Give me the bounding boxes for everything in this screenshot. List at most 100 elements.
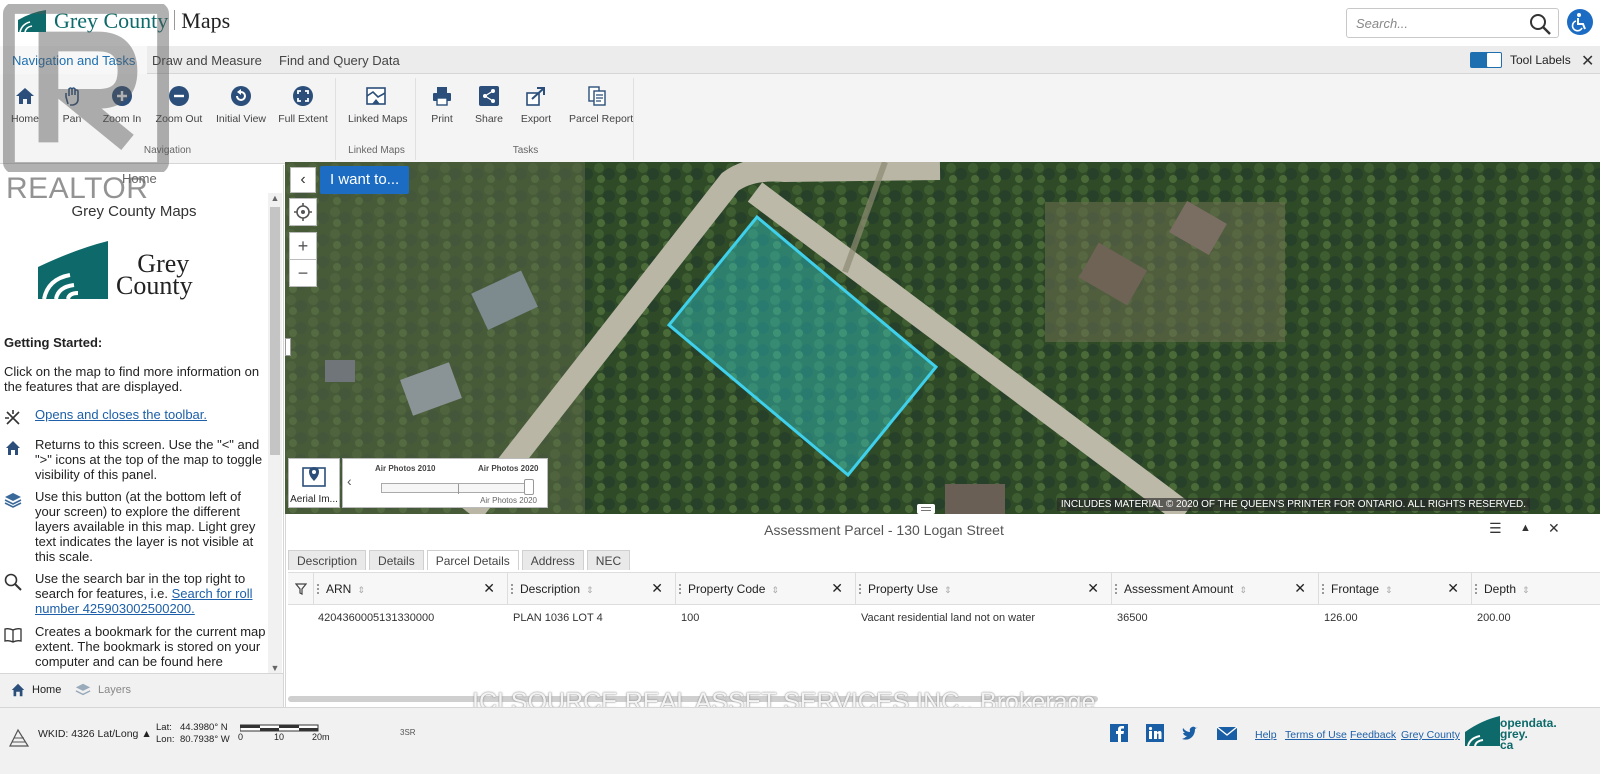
column-header-property-use[interactable]: Property Use ⇕ ✕ xyxy=(856,573,1112,605)
panel-tab-home[interactable]: Home xyxy=(10,682,61,698)
initial-view-button[interactable]: Initial View xyxy=(213,84,269,125)
slider-tick xyxy=(458,484,459,494)
table-header: ARN ⇕ ✕ Description ⇕ ✕ Property Code ⇕ ✕ Prop… xyxy=(288,573,1600,605)
search-icon[interactable] xyxy=(1528,12,1552,36)
tab-draw-and-measure[interactable]: Draw and Measure xyxy=(152,46,262,74)
tab-details[interactable]: Details xyxy=(369,550,424,570)
opendata-logo-icon[interactable] xyxy=(1464,714,1502,748)
tab-nec[interactable]: NEC xyxy=(586,550,631,570)
toolbar-toggle-link[interactable]: Opens and closes the toolbar. xyxy=(35,407,207,422)
accessibility-icon[interactable] xyxy=(1566,8,1594,36)
linked-maps-group: Linked Maps Linked Maps xyxy=(338,78,416,160)
hand-icon xyxy=(65,87,79,106)
linked-maps-button[interactable]: Linked Maps xyxy=(348,84,408,125)
opendata-text[interactable]: opendata. grey. ca xyxy=(1500,717,1557,751)
scroll-down-icon[interactable]: ▼ xyxy=(268,663,282,673)
remove-column-icon[interactable]: ✕ xyxy=(483,580,495,597)
tab-parcel-details[interactable]: Parcel Details xyxy=(426,550,519,570)
wkid-selector[interactable]: WKID: 4326 Lat/Long ▲ xyxy=(38,728,152,740)
close-toolbar-icon[interactable]: ✕ xyxy=(1581,51,1594,71)
panel-tab-bar: Home Layers xyxy=(0,673,283,707)
column-header-assessment-amount[interactable]: Assessment Amount ⇕ ✕ xyxy=(1112,573,1319,605)
cell-arn: 4204360005131330000 xyxy=(318,612,435,624)
search-input[interactable] xyxy=(1354,9,1524,37)
basemap-button[interactable]: Aerial Im... xyxy=(288,458,340,508)
grey-county-link[interactable]: Grey County xyxy=(1401,729,1460,741)
help-link[interactable]: Help xyxy=(1255,729,1277,741)
facebook-icon[interactable] xyxy=(1108,724,1130,744)
search-box[interactable] xyxy=(1346,8,1559,38)
navigation-group-label: Navigation xyxy=(143,145,192,156)
slider-track[interactable] xyxy=(381,483,531,494)
collapse-results-icon[interactable]: ▲ xyxy=(1520,522,1531,534)
feedback-link[interactable]: Feedback xyxy=(1350,729,1396,741)
table-row[interactable]: 4204360005131330000 PLAN 1036 LOT 4 100 … xyxy=(288,605,1600,631)
tool-labels-toggle[interactable]: Tool Labels xyxy=(1470,52,1571,68)
email-icon[interactable] xyxy=(1216,724,1238,744)
zoom-out-icon xyxy=(169,86,189,106)
full-extent-icon xyxy=(293,86,313,106)
column-header-arn[interactable]: ARN ⇕ ✕ xyxy=(314,573,508,605)
column-header-frontage[interactable]: Frontage ⇕ ✕ xyxy=(1319,573,1472,605)
map-view[interactable]: ‹ I want to... + − Aerial Im... ‹ Air Ph… xyxy=(285,162,1600,514)
column-header-description[interactable]: Description ⇕ ✕ xyxy=(508,573,676,605)
imagery-slider[interactable]: ‹ Air Photos 2010 Air Photos 2020 Air Ph… xyxy=(342,458,548,508)
chevron-left-icon[interactable]: ‹ xyxy=(347,473,352,489)
slider-thumb[interactable] xyxy=(524,479,534,495)
export-button[interactable]: Export xyxy=(508,84,564,125)
zoom-in-button[interactable]: Zoom In xyxy=(94,84,150,125)
i-want-to-button[interactable]: I want to... xyxy=(320,166,410,194)
horizontal-scrollbar[interactable] xyxy=(288,696,1098,702)
panel-splitter-handle[interactable] xyxy=(285,338,291,356)
cell-property-code: 100 xyxy=(681,612,700,624)
remove-column-icon[interactable]: ✕ xyxy=(1447,580,1459,597)
column-header-depth[interactable]: Depth ⇕ xyxy=(1472,573,1600,605)
tab-description[interactable]: Description xyxy=(288,550,367,570)
tab-address[interactable]: Address xyxy=(521,550,584,570)
remove-column-icon[interactable]: ✕ xyxy=(831,580,843,597)
breadcrumb[interactable]: Home xyxy=(122,171,157,186)
collapse-panel-button[interactable]: ‹ xyxy=(290,167,316,193)
parcel-report-button[interactable]: Parcel Report xyxy=(569,84,633,125)
panel-tab-layers[interactable]: Layers xyxy=(74,682,131,698)
zoom-out-button[interactable]: Zoom Out xyxy=(151,84,207,125)
app-header: Grey County Maps xyxy=(0,0,1600,46)
remove-column-icon[interactable]: ✕ xyxy=(651,580,663,597)
linked-maps-group-label: Linked Maps xyxy=(348,145,405,156)
cell-frontage: 126.00 xyxy=(1324,612,1358,624)
results-title: Assessment Parcel - 130 Logan Street xyxy=(764,522,1004,538)
remove-column-icon[interactable]: ✕ xyxy=(1294,580,1306,597)
tab-find-and-query-data[interactable]: Find and Query Data xyxy=(279,46,400,74)
search-icon xyxy=(4,573,22,591)
map-zoom-in-button[interactable]: + xyxy=(289,232,317,260)
map-zoom-out-button[interactable]: − xyxy=(289,259,317,287)
pan-button[interactable]: Pan xyxy=(44,84,100,125)
scroll-thumb[interactable] xyxy=(270,207,280,455)
tool-labels-switch[interactable] xyxy=(1470,52,1502,68)
coordinate-system-icon[interactable] xyxy=(8,728,30,748)
terms-of-use-link[interactable]: Terms of Use xyxy=(1285,729,1347,741)
filter-icon[interactable] xyxy=(288,573,314,605)
book-icon xyxy=(4,628,22,643)
scale-bar: 0 10 20m xyxy=(238,722,330,742)
tab-navigation-and-tasks[interactable]: Navigation and Tasks xyxy=(0,46,148,74)
results-resize-handle[interactable] xyxy=(917,504,935,514)
full-extent-button[interactable]: Full Extent xyxy=(275,84,331,125)
help-item-toolbar: Opens and closes the toolbar. xyxy=(4,407,266,425)
getting-started-heading: Getting Started: xyxy=(4,335,103,350)
menu-icon[interactable]: ☰ xyxy=(1489,520,1502,537)
locate-button[interactable] xyxy=(289,198,317,226)
close-results-icon[interactable]: ✕ xyxy=(1548,520,1560,537)
remove-column-icon[interactable]: ✕ xyxy=(1087,580,1099,597)
crosshair-icon xyxy=(294,203,312,221)
help-item-bookmark: Creates a bookmark for the current map e… xyxy=(4,624,266,669)
app-title: Grey County Maps xyxy=(54,8,231,33)
navigation-group: Home Pan Zoom In Zoom Out Initial View F… xyxy=(0,78,336,160)
home-panel: Home Grey County Maps Grey County Gettin… xyxy=(0,165,284,707)
column-header-property-code[interactable]: Property Code ⇕ ✕ xyxy=(676,573,856,605)
twitter-icon[interactable] xyxy=(1180,724,1202,744)
scroll-up-icon[interactable]: ▲ xyxy=(268,193,282,203)
linkedin-icon[interactable] xyxy=(1144,724,1166,744)
help-item-search: Use the search bar in the top right to s… xyxy=(4,571,266,616)
panel-scrollbar[interactable]: ▲ ▼ xyxy=(268,193,282,673)
